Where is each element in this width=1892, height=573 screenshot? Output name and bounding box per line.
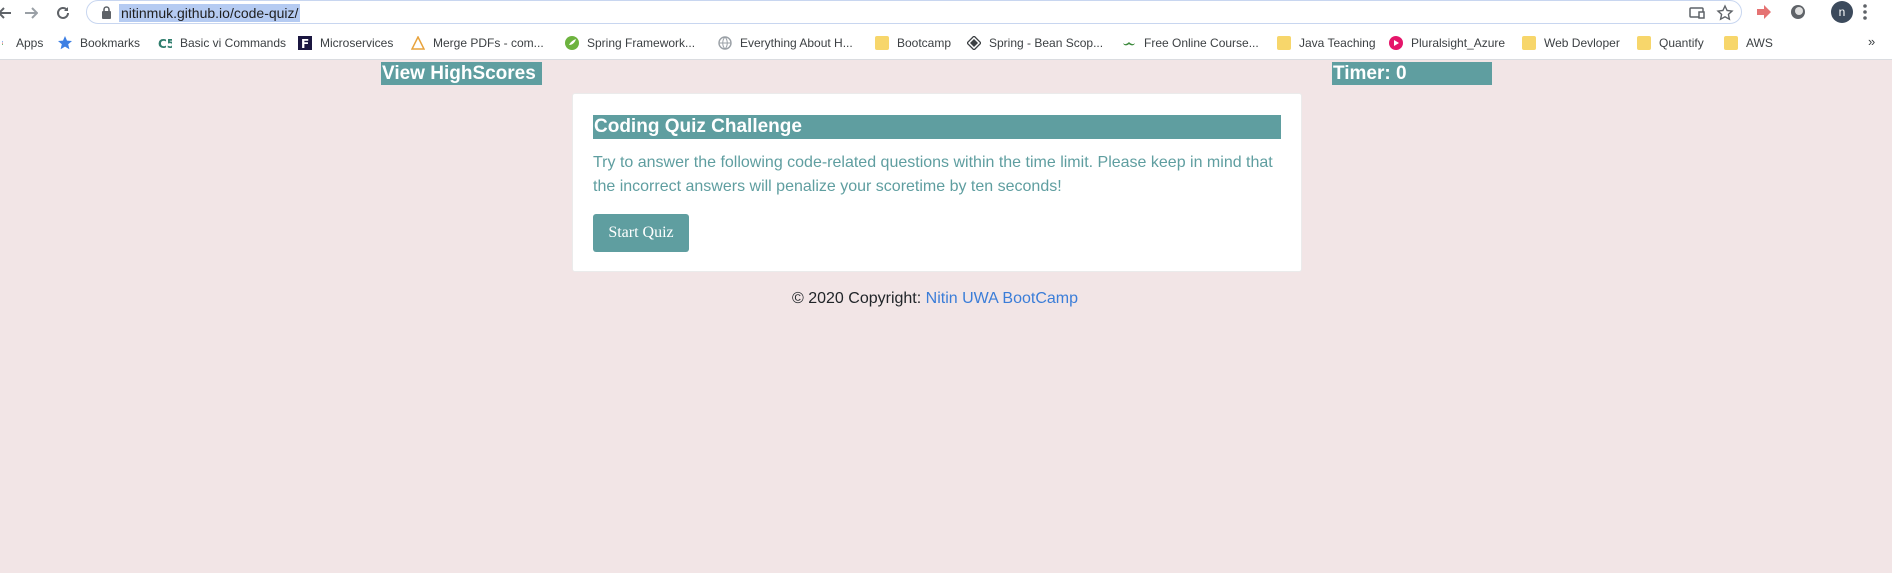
footer-copyright: © 2020 Copyright:	[792, 290, 922, 307]
footer: © 2020 Copyright: Nitin UWA BootCamp	[0, 290, 1870, 308]
bookmark-label: Bookmarks	[80, 36, 141, 50]
folder-icon	[1724, 36, 1738, 50]
svg-text:C5: C5	[158, 37, 172, 50]
mustache-icon	[1123, 42, 1135, 46]
pluralsight-icon	[1389, 36, 1403, 50]
kebab-menu-icon[interactable]	[1862, 3, 1868, 21]
cast-icon[interactable]	[1688, 4, 1706, 22]
cs-logo-icon: C5	[158, 37, 172, 50]
globe-icon	[718, 36, 732, 50]
bookmark-microservices[interactable]: F Microservices	[298, 35, 393, 51]
bookmark-java-teaching[interactable]: Java Teaching	[1277, 35, 1376, 51]
extension-arrow-icon[interactable]	[1755, 3, 1773, 21]
bookmark-merge-pdfs[interactable]: Merge PDFs - com...	[411, 35, 544, 51]
lock-icon	[102, 6, 111, 19]
folder-icon	[1522, 36, 1536, 50]
forward-button[interactable]	[20, 2, 42, 24]
arrow-right-icon	[25, 7, 38, 19]
bookmark-label: Basic vi Commands	[180, 36, 287, 50]
bookmark-label: Merge PDFs - com...	[433, 36, 544, 50]
f-logo-icon: F	[298, 36, 312, 50]
diamond-icon	[967, 36, 981, 50]
bookmark-label: Microservices	[320, 36, 394, 50]
bookmark-label: Quantify	[1659, 36, 1704, 50]
address-bar[interactable]: nitinmuk.github.io/code-quiz/	[86, 0, 1742, 24]
bookmark-label: Apps	[16, 36, 44, 50]
bookmarks-overflow-chevron-icon[interactable]: »	[1868, 34, 1875, 49]
quiz-intro-card: Coding Quiz Challenge Try to answer the …	[572, 93, 1302, 272]
start-quiz-button[interactable]: Start Quiz	[593, 214, 689, 252]
bookmark-label: Web Devloper	[1544, 36, 1620, 50]
bookmark-everything-about[interactable]: Everything About H...	[718, 35, 853, 51]
svg-text:F: F	[301, 37, 309, 50]
bookmarks-bar: Apps Bookmarks C5 Basic vi Commands F Mi…	[0, 26, 1892, 60]
footer-link[interactable]: Nitin UWA BootCamp	[926, 290, 1078, 307]
apps-grid-icon	[2, 41, 3, 45]
bookmark-bookmarks[interactable]: Bookmarks	[58, 35, 140, 51]
arrow-left-icon	[0, 7, 11, 19]
bookmark-pluralsight-azure[interactable]: Pluralsight_Azure	[1389, 35, 1505, 51]
view-highscores-link[interactable]: View HighScores	[381, 62, 542, 85]
card-description: Try to answer the following code-related…	[593, 154, 1273, 195]
star-icon	[58, 36, 72, 50]
folder-icon	[1277, 36, 1291, 50]
bookmark-label: Free Online Course...	[1144, 36, 1259, 50]
bookmark-label: AWS	[1746, 36, 1773, 50]
bookmark-label: Java Teaching	[1299, 36, 1376, 50]
bookmark-free-online-course[interactable]: Free Online Course...	[1122, 35, 1259, 51]
bookmark-spring-framework[interactable]: Spring Framework...	[565, 35, 695, 51]
url-text[interactable]: nitinmuk.github.io/code-quiz/	[119, 4, 301, 22]
bookmark-label: Pluralsight_Azure	[1411, 36, 1506, 50]
avatar[interactable]: n	[1831, 1, 1853, 23]
card-title: Coding Quiz Challenge	[593, 115, 1281, 139]
bookmark-label: Bootcamp	[897, 36, 952, 50]
folder-icon	[875, 36, 889, 50]
bookmark-label: Everything About H...	[740, 36, 853, 50]
bookmark-quantify[interactable]: Quantify	[1637, 35, 1704, 51]
timer-display: Timer: 0	[1332, 62, 1492, 85]
bookmark-spring-bean-scope[interactable]: Spring - Bean Scop...	[967, 35, 1103, 51]
bookmark-apps[interactable]: Apps	[2, 35, 43, 51]
folder-icon	[1637, 36, 1651, 50]
bookmark-aws[interactable]: AWS	[1724, 35, 1773, 51]
bookmark-label: Spring Framework...	[587, 36, 696, 50]
back-button[interactable]	[0, 2, 16, 24]
warning-triangle-icon	[411, 36, 425, 50]
star-icon[interactable]	[1716, 4, 1734, 22]
bookmark-basic-vi-commands[interactable]: C5 Basic vi Commands	[158, 35, 286, 51]
bookmark-web-devloper[interactable]: Web Devloper	[1522, 35, 1620, 51]
reload-button[interactable]	[52, 2, 74, 24]
reload-icon	[57, 6, 69, 19]
bookmark-label: Spring - Bean Scop...	[989, 36, 1104, 50]
spring-leaf-icon	[565, 36, 579, 50]
bookmark-bootcamp[interactable]: Bootcamp	[875, 35, 951, 51]
browser-toolbar: nitinmuk.github.io/code-quiz/ n	[0, 0, 1892, 26]
extension-circle-icon[interactable]	[1789, 3, 1807, 21]
